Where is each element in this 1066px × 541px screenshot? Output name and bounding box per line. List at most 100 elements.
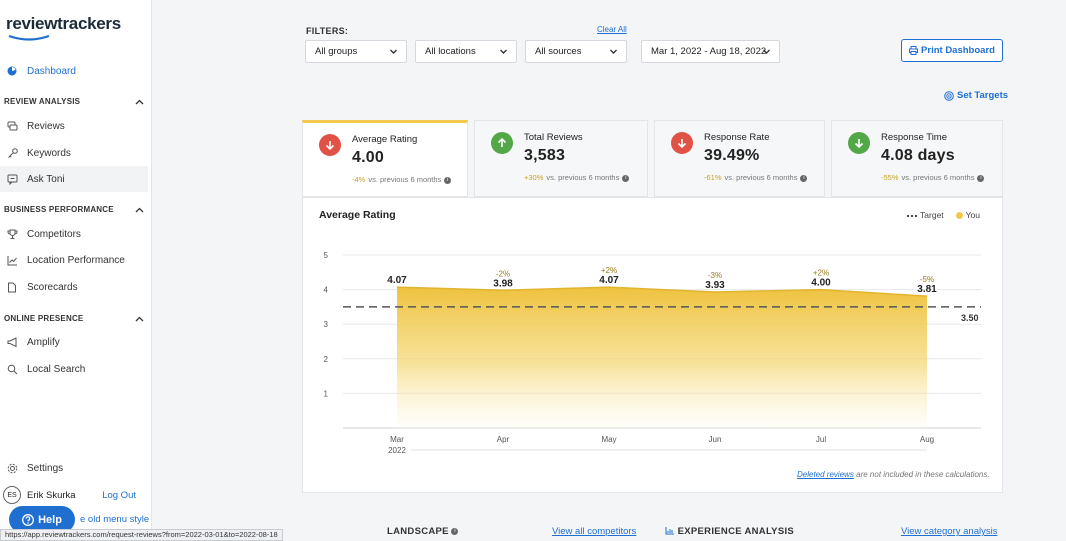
logout-link[interactable]: Log Out — [102, 490, 136, 501]
filters-label: FILTERS: — [306, 26, 349, 36]
section-title: BUSINESS PERFORMANCE — [4, 205, 114, 214]
sidebar-item-label: Amplify — [27, 336, 60, 348]
x-tick-label: May — [601, 435, 616, 444]
change-label: -2% — [496, 269, 510, 278]
data-label: 4.00 — [811, 278, 831, 289]
sidebar-item-dashboard[interactable]: Dashboard — [0, 58, 148, 84]
arrow-down-icon — [848, 132, 870, 154]
change-label: -5% — [920, 275, 934, 284]
logo-text: reviewtrackers — [6, 14, 121, 33]
y-tick-label: 2 — [324, 355, 329, 364]
sidebar-item-reviews[interactable]: Reviews — [0, 113, 148, 139]
landscape-heading: LANDSCAPE i — [387, 526, 459, 537]
arrow-down-icon — [319, 134, 341, 156]
reviews-icon — [6, 120, 18, 132]
line-chart-icon — [6, 254, 18, 266]
avatar[interactable]: ES — [3, 486, 21, 504]
section-title: REVIEW ANALYSIS — [4, 97, 81, 106]
old-menu-style-link[interactable]: e old menu style — [80, 514, 149, 525]
y-tick-label: 4 — [324, 286, 329, 295]
dashed-line-icon — [907, 214, 918, 217]
chevron-up-icon — [135, 207, 144, 212]
print-dashboard-button[interactable]: Print Dashboard — [901, 39, 1003, 62]
search-icon — [6, 363, 18, 375]
locations-select-value: All locations — [425, 46, 476, 57]
sources-select[interactable]: All sources — [525, 40, 627, 63]
chevron-up-icon — [135, 316, 144, 321]
y-tick-label: 3 — [324, 320, 329, 329]
chart-title: Average Rating — [319, 209, 396, 221]
logo[interactable]: reviewtrackers — [6, 14, 121, 42]
legend-target-label: Target — [920, 210, 944, 220]
target-icon — [944, 90, 954, 101]
print-dashboard-label: Print Dashboard — [921, 45, 995, 56]
chevron-down-icon — [610, 49, 617, 54]
year-label: 2022 — [388, 446, 406, 455]
info-icon[interactable]: i — [451, 527, 459, 535]
section-review-analysis[interactable]: REVIEW ANALYSIS — [4, 97, 144, 106]
kpi-average-rating[interactable]: Average Rating 4.00 -4% vs. previous 6 mo… — [302, 120, 468, 197]
info-icon[interactable]: i — [800, 174, 808, 182]
legend-you-label: You — [965, 210, 980, 220]
kpi-delta: -61% vs. previous 6 months i — [704, 173, 808, 182]
section-business-performance[interactable]: BUSINESS PERFORMANCE — [4, 205, 144, 214]
sidebar-item-ask-toni[interactable]: Ask Toni — [0, 166, 148, 192]
groups-select-value: All groups — [315, 46, 358, 57]
locations-select[interactable]: All locations — [415, 40, 517, 63]
kpi-total-reviews[interactable]: Total Reviews 3,583 +30% vs. previous 6 m… — [474, 120, 648, 197]
bar-chart-icon — [665, 527, 674, 535]
sidebar-item-amplify[interactable]: Amplify — [0, 329, 148, 355]
user-row: ES Erik Skurka Log Out — [3, 486, 148, 504]
info-icon[interactable]: i — [977, 174, 985, 182]
kpi-value: 4.00 — [352, 149, 384, 166]
info-icon[interactable]: i — [622, 174, 630, 182]
data-label: 3.81 — [917, 284, 937, 295]
clear-all-link[interactable]: Clear All — [597, 25, 627, 34]
kpi-delta-value: +30% — [524, 173, 544, 182]
footnote-text: are not included in these calculations. — [853, 470, 990, 479]
view-category-analysis-link[interactable]: View category analysis — [901, 526, 997, 537]
section-title: ONLINE PRESENCE — [4, 314, 84, 323]
kpi-response-time[interactable]: Response Time 4.08 days -55% vs. previous… — [831, 120, 1003, 197]
x-tick-label: Jun — [709, 435, 722, 444]
section-online-presence[interactable]: ONLINE PRESENCE — [4, 314, 144, 323]
groups-select[interactable]: All groups — [305, 40, 407, 63]
legend-you[interactable]: You — [955, 210, 980, 220]
chat-icon — [6, 173, 18, 185]
date-range-select[interactable]: Mar 1, 2022 - Aug 18, 2022 — [641, 40, 780, 63]
kpi-compare: vs. previous 6 months — [368, 175, 442, 184]
sidebar-item-label: Settings — [27, 462, 64, 474]
landscape-title: LANDSCAPE — [387, 526, 449, 537]
sidebar-item-label: Dashboard — [27, 65, 76, 77]
deleted-reviews-link[interactable]: Deleted reviews — [797, 470, 854, 479]
sidebar-item-settings[interactable]: Settings — [0, 455, 148, 481]
chevron-down-icon — [390, 49, 397, 54]
legend-target[interactable]: Target — [907, 210, 944, 220]
sources-select-value: All sources — [535, 46, 582, 57]
kpi-response-rate[interactable]: Response Rate 39.49% -61% vs. previous 6 … — [654, 120, 825, 197]
sidebar: reviewtrackers Dashboard REVIEW ANALYSIS… — [0, 0, 152, 541]
sidebar-item-label: Reviews — [27, 120, 65, 132]
kpi-delta-value: -4% — [352, 175, 366, 184]
target-value-label: 3.50 — [961, 313, 979, 323]
sidebar-item-label: Keywords — [27, 147, 71, 159]
date-range-value: Mar 1, 2022 - Aug 18, 2022 — [651, 46, 767, 57]
experience-title: EXPERIENCE ANALYSIS — [677, 526, 795, 537]
sidebar-item-location-performance[interactable]: Location Performance — [0, 247, 148, 273]
data-label: 3.98 — [493, 278, 513, 289]
sidebar-item-scorecards[interactable]: Scorecards — [0, 274, 148, 300]
set-targets-link[interactable]: Set Targets — [944, 90, 1008, 101]
average-rating-chart: 123453.504.07Mar3.98-2%Apr4.07+2%May3.93… — [324, 251, 981, 455]
sidebar-item-keywords[interactable]: Keywords — [0, 140, 148, 166]
x-tick-label: Aug — [920, 435, 934, 444]
trophy-icon — [6, 228, 18, 240]
kpi-delta-value: -55% — [881, 173, 899, 182]
view-all-competitors-link[interactable]: View all competitors — [552, 526, 636, 537]
kpi-delta-value: -61% — [704, 173, 722, 182]
experience-analysis-heading: EXPERIENCE ANALYSIS — [665, 526, 794, 537]
sidebar-item-competitors[interactable]: Competitors — [0, 221, 148, 247]
info-icon[interactable]: i — [444, 176, 452, 184]
sidebar-item-local-search[interactable]: Local Search — [0, 356, 148, 382]
help-label: Help — [38, 513, 62, 526]
kpi-delta: -55% vs. previous 6 months i — [881, 173, 985, 182]
